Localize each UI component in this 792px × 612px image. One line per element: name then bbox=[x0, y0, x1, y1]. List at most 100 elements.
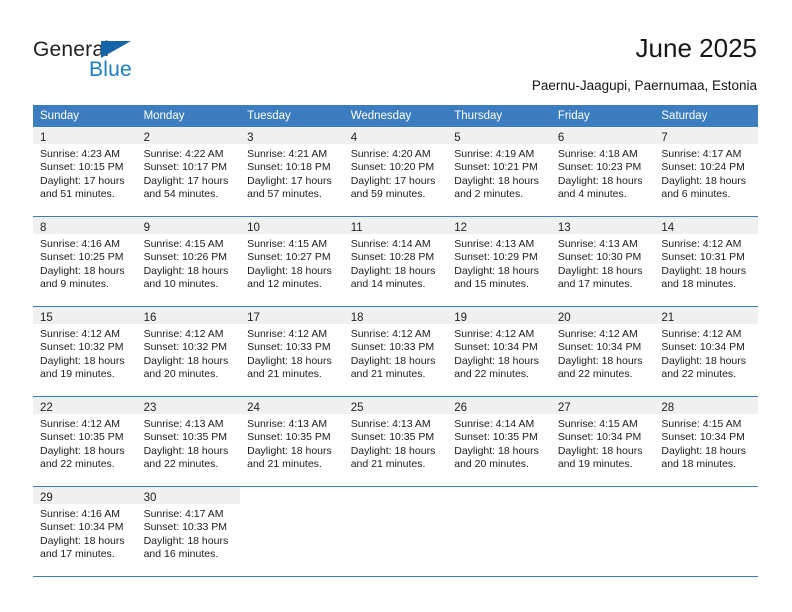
brand-logo[interactable]: General Blue bbox=[33, 38, 193, 84]
calendar-day-cell[interactable]: 18 Sunrise: 4:12 AM Sunset: 10:33 PM Daylig… bbox=[343, 306, 448, 397]
calendar-day-cell[interactable]: 2 Sunrise: 4:22 AM Sunset: 10:17 PM Dayligh… bbox=[136, 127, 241, 217]
calendar-day-cell[interactable]: 16 Sunrise: 4:12 AM Sunset: 10:32 PM Daylig… bbox=[136, 306, 241, 397]
sunset-text: Sunset: 10:33 PM bbox=[143, 521, 228, 534]
calendar-day-cell[interactable]: 11 Sunrise: 4:14 AM Sunset: 10:28 PM Daylig… bbox=[343, 216, 448, 307]
calendar-day-cell[interactable]: 22 Sunrise: 4:12 AM Sunset: 10:35 PM Daylig… bbox=[33, 396, 137, 487]
calendar-day-cell[interactable]: 25 Sunrise: 4:13 AM Sunset: 10:35 PM Daylig… bbox=[343, 396, 448, 487]
sunset-text: Sunset: 10:34 PM bbox=[454, 341, 538, 354]
calendar-day-cell[interactable]: 30 Sunrise: 4:17 AM Sunset: 10:33 PM Daylig… bbox=[136, 486, 241, 577]
calendar-day-cell[interactable]: 26 Sunrise: 4:14 AM Sunset: 10:35 PM Daylig… bbox=[447, 396, 551, 487]
day-number-band: 19 bbox=[447, 307, 551, 324]
daylight-text: Daylight: 18 hours and 19 minutes. bbox=[40, 354, 125, 381]
sunrise-text: Sunrise: 4:13 AM bbox=[247, 418, 328, 430]
day-details: Sunrise: 4:15 AM Sunset: 10:34 PM Daylight… bbox=[551, 414, 655, 472]
daylight-text: Daylight: 18 hours and 20 minutes. bbox=[143, 354, 229, 381]
day-number: 16 bbox=[143, 312, 157, 324]
page-header: General Blue June 2025 Paernu-Jaagupi, P… bbox=[0, 0, 792, 100]
day-details: Sunrise: 4:13 AM Sunset: 10:35 PM Daylight… bbox=[344, 414, 448, 472]
day-details: Sunrise: 4:15 AM Sunset: 10:34 PM Daylight… bbox=[654, 414, 758, 472]
day-number-band: 29 bbox=[33, 487, 137, 504]
sunrise-text: Sunrise: 4:14 AM bbox=[454, 418, 535, 430]
daylight-text: Daylight: 18 hours and 21 minutes. bbox=[247, 354, 332, 381]
sunrise-text: Sunrise: 4:12 AM bbox=[40, 418, 120, 430]
day-details: Sunrise: 4:16 AM Sunset: 10:25 PM Daylight… bbox=[33, 234, 137, 292]
calendar-day-cell[interactable]: 5 Sunrise: 4:19 AM Sunset: 10:21 PM Dayligh… bbox=[447, 127, 551, 217]
day-number-band: 20 bbox=[550, 307, 655, 324]
day-number: 19 bbox=[454, 312, 468, 324]
day-details: Sunrise: 4:12 AM Sunset: 10:33 PM Daylight… bbox=[240, 324, 344, 382]
sunrise-text: Sunrise: 4:15 AM bbox=[143, 238, 224, 250]
day-number-band bbox=[550, 487, 655, 504]
weekday-header-thursday: Thursday bbox=[447, 105, 551, 127]
sunset-text: Sunset: 10:25 PM bbox=[40, 251, 124, 264]
sunrise-text: Sunrise: 4:12 AM bbox=[40, 328, 120, 340]
calendar-day-cell[interactable]: 12 Sunrise: 4:13 AM Sunset: 10:29 PM Daylig… bbox=[447, 216, 551, 307]
calendar-day-cell[interactable]: 13 Sunrise: 4:13 AM Sunset: 10:30 PM Daylig… bbox=[550, 216, 655, 307]
calendar-day-cell[interactable]: 3 Sunrise: 4:21 AM Sunset: 10:18 PM Dayligh… bbox=[240, 127, 344, 217]
sunrise-text: Sunrise: 4:16 AM bbox=[40, 508, 120, 520]
daylight-text: Daylight: 18 hours and 21 minutes. bbox=[247, 444, 332, 471]
calendar-day-cell[interactable]: 4 Sunrise: 4:20 AM Sunset: 10:20 PM Dayligh… bbox=[343, 127, 448, 217]
day-number: 10 bbox=[247, 222, 260, 234]
sunset-text: Sunset: 10:35 PM bbox=[40, 431, 124, 444]
calendar-day-cell[interactable]: 14 Sunrise: 4:12 AM Sunset: 10:31 PM Daylig… bbox=[654, 216, 758, 307]
calendar-day-cell[interactable]: 10 Sunrise: 4:15 AM Sunset: 10:27 PM Daylig… bbox=[240, 216, 344, 307]
day-details: Sunrise: 4:13 AM Sunset: 10:35 PM Daylight… bbox=[137, 414, 241, 472]
calendar-day-cell[interactable]: 27 Sunrise: 4:15 AM Sunset: 10:34 PM Daylig… bbox=[550, 396, 655, 487]
sunset-text: Sunset: 10:35 PM bbox=[350, 431, 435, 444]
day-number: 13 bbox=[557, 222, 571, 234]
daylight-text: Daylight: 18 hours and 22 minutes. bbox=[454, 354, 539, 381]
day-number-band: 7 bbox=[654, 127, 758, 144]
day-number: 5 bbox=[454, 132, 461, 144]
daylight-text: Daylight: 18 hours and 10 minutes. bbox=[143, 264, 229, 291]
sunset-text: Sunset: 10:30 PM bbox=[557, 251, 642, 264]
day-number-band: 28 bbox=[654, 397, 758, 414]
calendar-day-cell[interactable]: 29 Sunrise: 4:16 AM Sunset: 10:34 PM Daylig… bbox=[33, 486, 137, 577]
daylight-text: Daylight: 18 hours and 22 minutes. bbox=[143, 444, 229, 471]
sunrise-text: Sunrise: 4:12 AM bbox=[661, 328, 742, 340]
calendar-day-cell[interactable]: 8 Sunrise: 4:16 AM Sunset: 10:25 PM Dayligh… bbox=[33, 216, 137, 307]
day-number: 7 bbox=[661, 132, 668, 144]
daylight-text: Daylight: 18 hours and 22 minutes. bbox=[40, 444, 125, 471]
day-details: Sunrise: 4:21 AM Sunset: 10:18 PM Daylight… bbox=[240, 144, 344, 202]
calendar-day-cell[interactable]: 21 Sunrise: 4:12 AM Sunset: 10:34 PM Daylig… bbox=[654, 306, 758, 397]
calendar-day-cell[interactable]: 7 Sunrise: 4:17 AM Sunset: 10:24 PM Dayligh… bbox=[654, 127, 758, 217]
sunrise-text: Sunrise: 4:15 AM bbox=[557, 418, 638, 430]
calendar-day-cell[interactable]: 28 Sunrise: 4:15 AM Sunset: 10:34 PM Daylig… bbox=[654, 396, 758, 487]
day-number-band: 26 bbox=[447, 397, 551, 414]
calendar-day-cell[interactable]: 19 Sunrise: 4:12 AM Sunset: 10:34 PM Daylig… bbox=[447, 306, 551, 397]
day-number-band: 3 bbox=[240, 127, 344, 144]
sunrise-text: Sunrise: 4:13 AM bbox=[350, 418, 431, 430]
sunrise-text: Sunrise: 4:15 AM bbox=[661, 418, 742, 430]
sunset-text: Sunset: 10:33 PM bbox=[350, 341, 435, 354]
day-number: 14 bbox=[661, 222, 675, 234]
day-number-band: 21 bbox=[654, 307, 758, 324]
sunset-text: Sunset: 10:31 PM bbox=[661, 251, 745, 264]
day-details: Sunrise: 4:15 AM Sunset: 10:27 PM Daylight… bbox=[240, 234, 344, 292]
calendar-day-cell[interactable]: 17 Sunrise: 4:12 AM Sunset: 10:33 PM Daylig… bbox=[240, 306, 344, 397]
calendar-day-cell[interactable]: 20 Sunrise: 4:12 AM Sunset: 10:34 PM Daylig… bbox=[550, 306, 655, 397]
sunset-text: Sunset: 10:34 PM bbox=[661, 431, 745, 444]
calendar-day-cell[interactable]: 15 Sunrise: 4:12 AM Sunset: 10:32 PM Daylig… bbox=[33, 306, 137, 397]
sunset-text: Sunset: 10:27 PM bbox=[247, 251, 331, 264]
calendar-day-cell[interactable]: 23 Sunrise: 4:13 AM Sunset: 10:35 PM Daylig… bbox=[136, 396, 241, 487]
day-details: Sunrise: 4:20 AM Sunset: 10:20 PM Daylight… bbox=[344, 144, 448, 202]
calendar-day-cell[interactable]: 9 Sunrise: 4:15 AM Sunset: 10:26 PM Dayligh… bbox=[136, 216, 241, 307]
day-number: 20 bbox=[557, 312, 571, 324]
brand-name-blue: Blue bbox=[89, 58, 132, 81]
daylight-text: Daylight: 18 hours and 20 minutes. bbox=[454, 444, 539, 471]
page-title: June 2025 bbox=[635, 33, 757, 63]
daylight-text: Daylight: 18 hours and 4 minutes. bbox=[557, 174, 643, 201]
day-details: Sunrise: 4:16 AM Sunset: 10:34 PM Daylight… bbox=[33, 504, 137, 562]
day-details: Sunrise: 4:12 AM Sunset: 10:35 PM Daylight… bbox=[33, 414, 137, 472]
day-number: 15 bbox=[40, 312, 53, 324]
calendar-day-cell[interactable]: 6 Sunrise: 4:18 AM Sunset: 10:23 PM Dayligh… bbox=[550, 127, 655, 217]
day-number: 9 bbox=[143, 222, 150, 234]
calendar-day-cell[interactable]: 1 Sunrise: 4:23 AM Sunset: 10:15 PM Dayligh… bbox=[33, 127, 137, 217]
day-number: 22 bbox=[40, 402, 53, 414]
daylight-text: Daylight: 18 hours and 9 minutes. bbox=[40, 264, 125, 291]
calendar-day-cell-empty bbox=[343, 486, 448, 577]
weekday-header-saturday: Saturday bbox=[654, 105, 758, 127]
weekday-header-monday: Monday bbox=[136, 105, 241, 127]
calendar-day-cell[interactable]: 24 Sunrise: 4:13 AM Sunset: 10:35 PM Daylig… bbox=[240, 396, 344, 487]
